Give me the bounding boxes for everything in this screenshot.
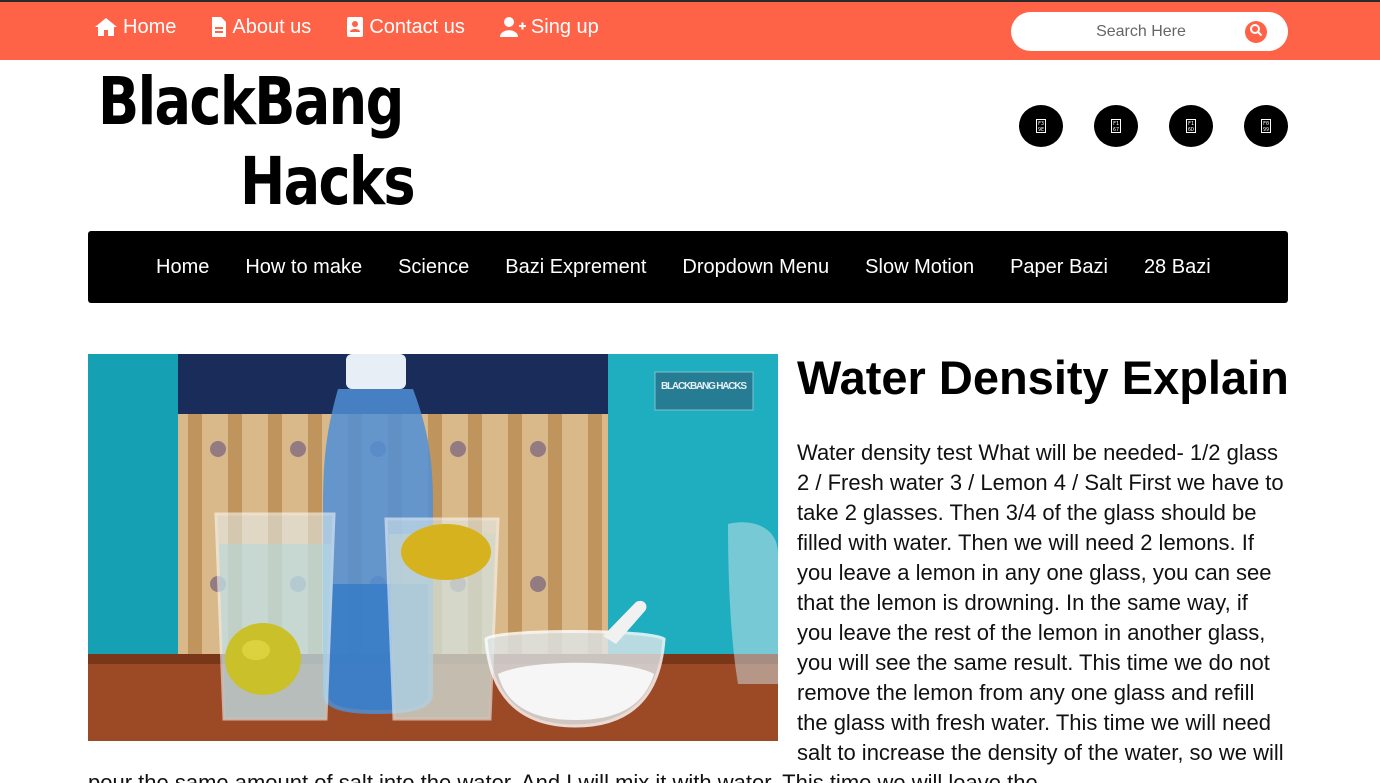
top-nav-signup[interactable]: Sing up	[499, 15, 599, 39]
contact-card-icon	[346, 16, 364, 38]
top-nav-contact[interactable]: Contact us	[346, 15, 465, 39]
main-nav-bazi-exprement[interactable]: Bazi Exprement	[505, 256, 646, 279]
top-nav-contact-label: Contact us	[369, 16, 465, 38]
site-logo[interactable]: BlackBang Hacks	[96, 64, 416, 224]
social-icon-2: F1 67	[1111, 119, 1121, 133]
top-nav-about-label: About us	[232, 16, 312, 38]
social-icon-4: F0 99	[1261, 119, 1271, 133]
search-input[interactable]	[1031, 17, 1251, 46]
image-watermark: BLACKBANG HACKS	[661, 381, 747, 392]
top-nav: Home About us Contact us Sing up	[94, 15, 634, 39]
main-nav-dropdown-menu[interactable]: Dropdown Menu	[682, 256, 829, 279]
main-nav-paper-bazi[interactable]: Paper Bazi	[1010, 256, 1108, 279]
search-box	[1011, 12, 1288, 51]
social-link-1[interactable]: F3 9E	[1019, 105, 1063, 147]
top-nav-about[interactable]: About us	[211, 15, 311, 39]
home-icon	[94, 16, 118, 38]
main-nav-home[interactable]: Home	[156, 256, 209, 279]
social-icon-1: F3 9E	[1036, 119, 1046, 133]
social-icon-3: F1 6D	[1186, 119, 1196, 133]
main-nav-28-bazi[interactable]: 28 Bazi	[1144, 256, 1211, 279]
top-bar: Home About us Contact us Sing up	[0, 0, 1380, 60]
top-nav-signup-label: Sing up	[530, 16, 599, 38]
social-links: F3 9E F1 67 F1 6D F0 99	[1019, 105, 1288, 147]
add-user-icon	[499, 16, 526, 38]
main-nav-slow-motion[interactable]: Slow Motion	[865, 256, 974, 279]
search-icon	[1249, 23, 1263, 42]
social-link-3[interactable]: F1 6D	[1169, 105, 1213, 147]
main-nav: Home How to make Science Bazi Exprement …	[88, 231, 1288, 303]
search-button[interactable]	[1245, 21, 1267, 43]
logo-line-1: BlackBang	[98, 63, 404, 140]
top-nav-home[interactable]: Home	[94, 15, 176, 39]
article-body-container: Water density test What will be needed- …	[88, 438, 1288, 783]
document-icon	[211, 16, 227, 38]
main-nav-how-to-make[interactable]: How to make	[245, 256, 362, 279]
main-nav-science[interactable]: Science	[398, 256, 469, 279]
social-link-2[interactable]: F1 67	[1094, 105, 1138, 147]
top-nav-home-label: Home	[123, 16, 177, 38]
article-title: Water Density Explain	[797, 351, 1289, 404]
social-link-4[interactable]: F0 99	[1244, 105, 1288, 147]
logo-line-2: Hacks	[240, 143, 416, 220]
